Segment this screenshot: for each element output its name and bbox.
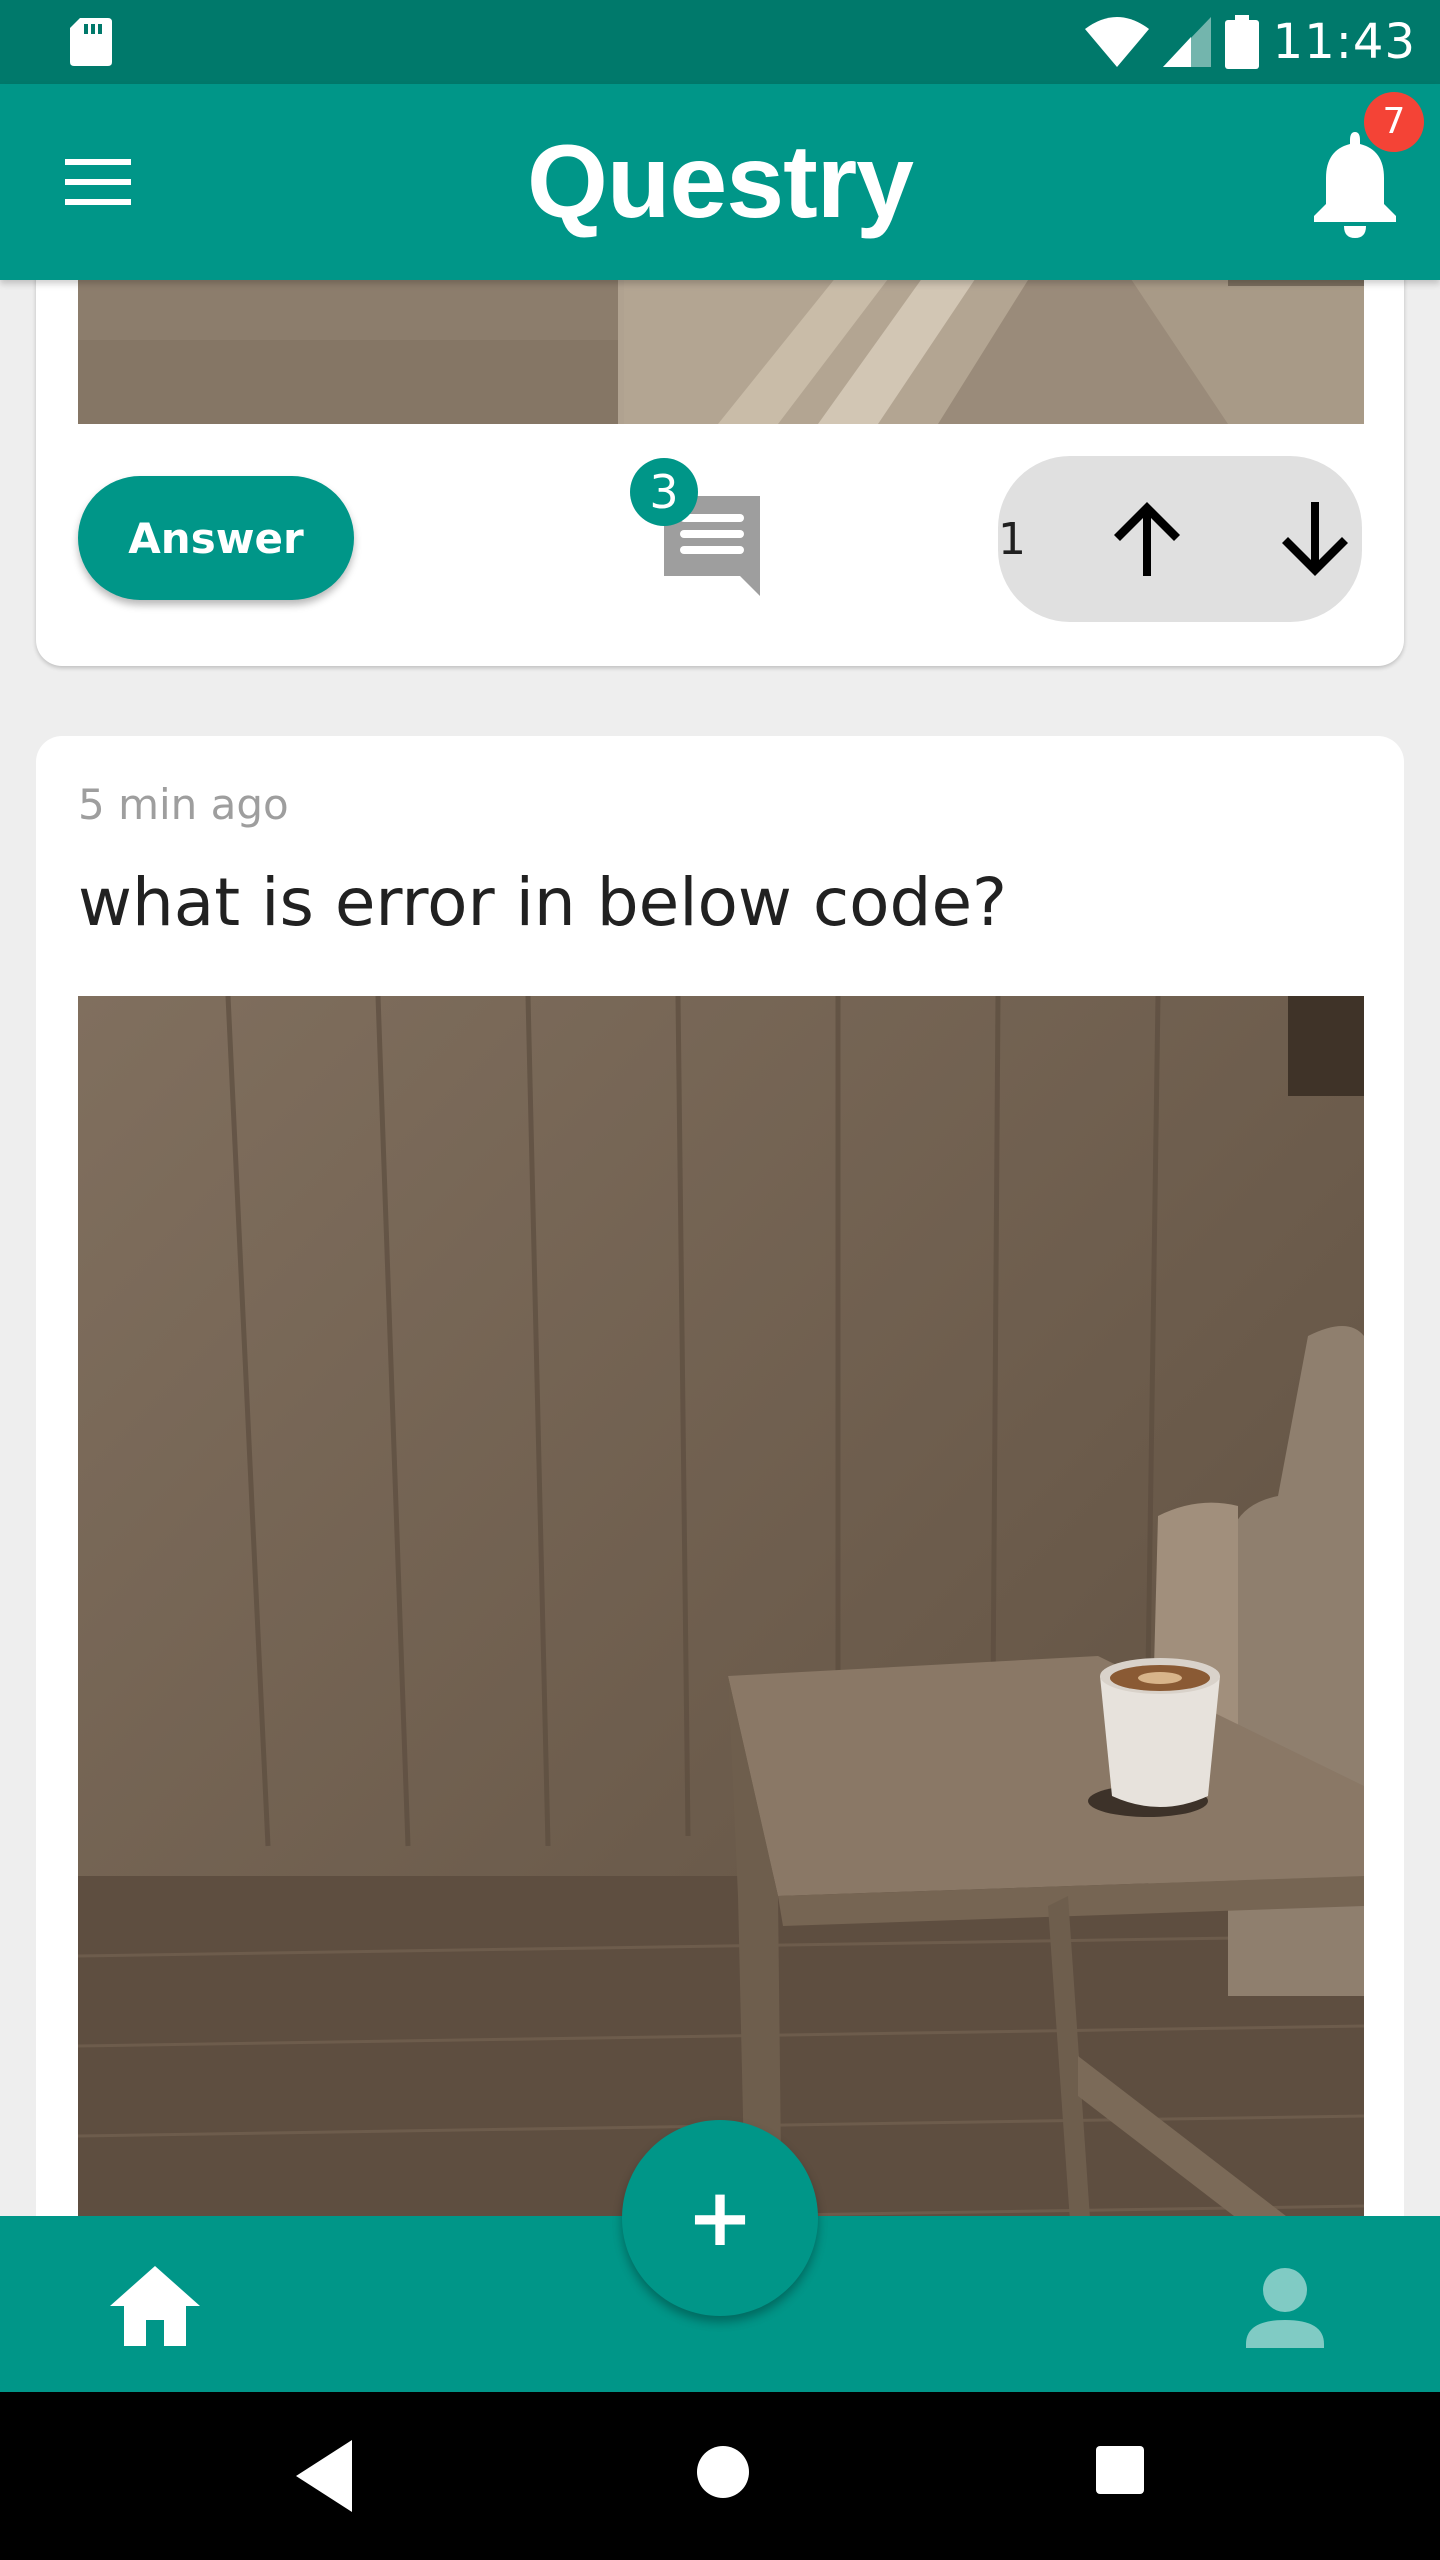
question-timestamp: 5 min ago: [78, 780, 289, 829]
arrow-down-icon: [1282, 502, 1348, 576]
notification-count-badge: 7: [1364, 92, 1424, 152]
system-recents-icon[interactable]: [1094, 2444, 1146, 2496]
nav-home-button[interactable]: [100, 2256, 210, 2356]
comments-button[interactable]: 3: [590, 450, 790, 600]
downvote-button[interactable]: [1270, 494, 1360, 584]
wifi-icon: [1084, 17, 1149, 67]
status-time: 11:43: [1272, 14, 1416, 70]
upvote-button[interactable]: [1102, 494, 1192, 584]
add-question-fab[interactable]: +: [622, 2120, 818, 2316]
home-icon: [110, 2266, 200, 2346]
menu-button[interactable]: [50, 142, 146, 222]
app-title: Questry: [526, 124, 914, 240]
status-icons: 11:43: [1084, 0, 1416, 84]
profile-icon: [1246, 2268, 1324, 2348]
nav-profile-button[interactable]: [1230, 2256, 1340, 2356]
arrow-up-icon: [1114, 502, 1180, 576]
answer-button[interactable]: Answer: [78, 476, 354, 600]
app-toolbar: Questry: [0, 84, 1440, 280]
system-back-icon[interactable]: [290, 2436, 360, 2516]
status-bar: 11:43: [0, 0, 1440, 84]
signal-icon: [1162, 17, 1211, 67]
question-title[interactable]: what is error in below code?: [78, 864, 1007, 941]
question-card: 5 min ago what is error in below code?: [36, 736, 1404, 2336]
system-home-icon[interactable]: [695, 2444, 751, 2500]
hamburger-menu-icon: [65, 159, 131, 205]
vote-count: 1: [998, 514, 1026, 565]
comment-count-badge: 3: [630, 458, 698, 526]
battery-icon: [1224, 15, 1259, 69]
system-navigation-bar: [0, 2392, 1440, 2560]
sd-card-icon: [70, 18, 112, 66]
vote-controls: 1: [998, 456, 1362, 622]
